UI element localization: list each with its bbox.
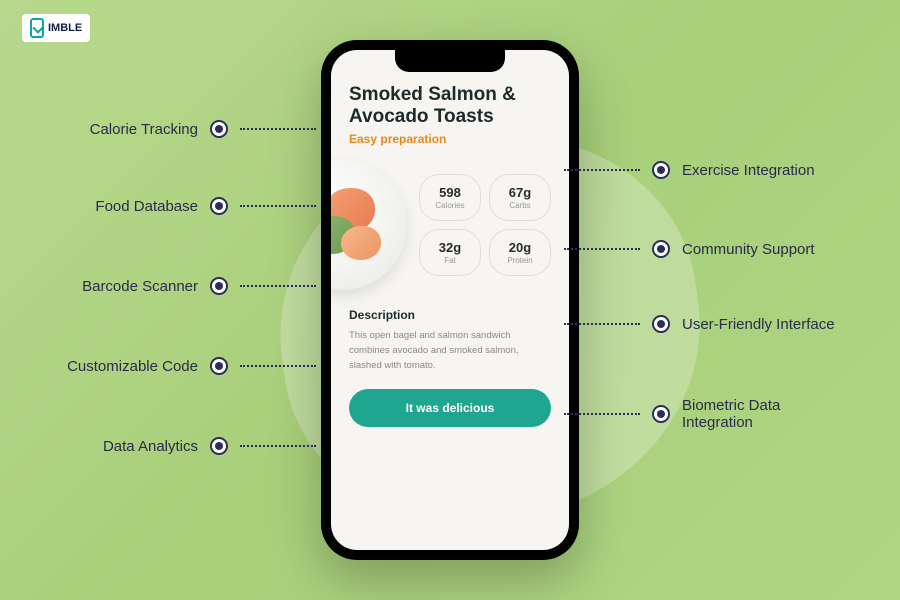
connector-line [564, 413, 640, 415]
nutrition-fat: 32g Fat [419, 229, 481, 276]
brand-logo: IMBLE [22, 14, 90, 42]
feature-dot-icon [652, 315, 670, 333]
feature-dot-icon [210, 277, 228, 295]
feature-dot-icon [210, 357, 228, 375]
phone-frame: Smoked Salmon & Avocado Toasts Easy prep… [321, 40, 579, 560]
feature-barcode-scanner: Barcode Scanner [50, 277, 316, 295]
feature-dot-icon [210, 120, 228, 138]
feature-exercise-integration: Exercise Integration [564, 161, 850, 179]
feature-dot-icon [652, 405, 670, 423]
feature-dot-icon [210, 197, 228, 215]
recipe-mid-row: 598 Calories 67g Carbs 32g Fat 20g Prote… [349, 160, 551, 290]
recipe-title: Smoked Salmon & Avocado Toasts [349, 84, 551, 128]
connector-line [240, 128, 316, 130]
feature-user-friendly-interface: User-Friendly Interface [564, 315, 850, 333]
nutrition-grid: 598 Calories 67g Carbs 32g Fat 20g Prote… [419, 174, 551, 276]
phone-screen: Smoked Salmon & Avocado Toasts Easy prep… [331, 50, 569, 550]
connector-line [240, 445, 316, 447]
phone-notch [395, 50, 505, 72]
feature-dot-icon [652, 161, 670, 179]
connector-line [564, 169, 640, 171]
feature-community-support: Community Support [564, 240, 850, 258]
brand-logo-text: IMBLE [48, 22, 82, 34]
brand-logo-icon [30, 18, 44, 38]
description-heading: Description [349, 308, 551, 322]
cta-button[interactable]: It was delicious [349, 389, 551, 427]
connector-line [564, 248, 640, 250]
feature-food-database: Food Database [50, 197, 316, 215]
feature-dot-icon [652, 240, 670, 258]
connector-line [240, 205, 316, 207]
feature-dot-icon [210, 437, 228, 455]
nutrition-calories: 598 Calories [419, 174, 481, 221]
food-image [331, 160, 409, 290]
recipe-subtitle: Easy preparation [349, 132, 551, 146]
connector-line [240, 365, 316, 367]
feature-calorie-tracking: Calorie Tracking [50, 120, 316, 138]
nutrition-protein: 20g Protein [489, 229, 551, 276]
connector-line [240, 285, 316, 287]
feature-customizable-code: Customizable Code [50, 357, 316, 375]
plate [331, 160, 407, 290]
feature-biometric-data-integration: Biometric Data Integration [564, 397, 850, 431]
nutrition-carbs: 67g Carbs [489, 174, 551, 221]
description-text: This open bagel and salmon sandwich comb… [349, 328, 551, 374]
connector-line [564, 323, 640, 325]
feature-data-analytics: Data Analytics [50, 437, 316, 455]
